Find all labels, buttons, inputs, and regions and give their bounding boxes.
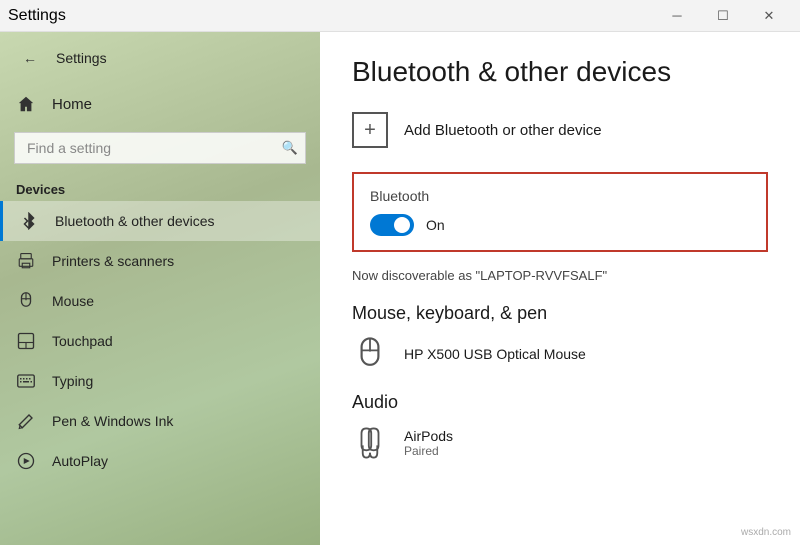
titlebar-title: Settings bbox=[8, 7, 66, 25]
add-device-button[interactable]: + bbox=[352, 112, 388, 148]
bluetooth-toggle[interactable] bbox=[370, 214, 414, 236]
home-icon bbox=[16, 94, 36, 114]
bluetooth-section-label: Bluetooth bbox=[370, 188, 750, 204]
mouse-section-title: Mouse, keyboard, & pen bbox=[352, 303, 768, 324]
page-title: Bluetooth & other devices bbox=[352, 56, 768, 88]
sidebar-app-title: Settings bbox=[56, 50, 107, 66]
mouse-device-name: HP X500 USB Optical Mouse bbox=[404, 346, 586, 362]
sidebar-autoplay-label: AutoPlay bbox=[52, 453, 108, 469]
airpods-icon bbox=[352, 425, 388, 461]
mouse-device-row: HP X500 USB Optical Mouse bbox=[352, 336, 768, 372]
discoverable-text: Now discoverable as "LAPTOP-RVVFSALF" bbox=[352, 268, 768, 283]
audio-device-row: AirPods Paired bbox=[352, 425, 768, 461]
add-device-row[interactable]: + Add Bluetooth or other device bbox=[352, 112, 768, 148]
watermark: wsxdn.com bbox=[738, 526, 794, 539]
autoplay-icon bbox=[16, 451, 36, 471]
sidebar-item-pen[interactable]: Pen & Windows Ink bbox=[0, 401, 320, 441]
sidebar-item-printers[interactable]: Printers & scanners bbox=[0, 241, 320, 281]
bluetooth-section-box: Bluetooth On bbox=[352, 172, 768, 252]
sidebar-item-mouse[interactable]: Mouse bbox=[0, 281, 320, 321]
sidebar-bluetooth-label: Bluetooth & other devices bbox=[55, 213, 215, 229]
bluetooth-icon bbox=[19, 211, 39, 231]
touchpad-icon bbox=[16, 331, 36, 351]
titlebar: Settings ─ ☐ ✕ bbox=[0, 0, 800, 32]
sidebar-item-bluetooth[interactable]: Bluetooth & other devices bbox=[0, 201, 320, 241]
close-button[interactable]: ✕ bbox=[746, 0, 792, 32]
home-label: Home bbox=[52, 96, 92, 113]
typing-icon bbox=[16, 371, 36, 391]
pen-icon bbox=[16, 411, 36, 431]
search-box: 🔍 bbox=[14, 132, 306, 164]
sidebar: ← Settings Home 🔍 Devices bbox=[0, 32, 320, 545]
minimize-button[interactable]: ─ bbox=[654, 0, 700, 32]
back-button[interactable]: ← bbox=[16, 44, 44, 72]
airpods-status: Paired bbox=[404, 444, 453, 458]
printer-icon bbox=[16, 251, 36, 271]
sidebar-pen-label: Pen & Windows Ink bbox=[52, 413, 173, 429]
search-input[interactable] bbox=[14, 132, 306, 164]
sidebar-item-autoplay[interactable]: AutoPlay bbox=[0, 441, 320, 481]
sidebar-section-heading: Devices bbox=[0, 172, 320, 201]
titlebar-controls: ─ ☐ ✕ bbox=[654, 0, 792, 32]
search-icon[interactable]: 🔍 bbox=[282, 140, 298, 156]
mouse-device-icon bbox=[352, 336, 388, 372]
airpods-info: AirPods Paired bbox=[404, 428, 453, 458]
toggle-thumb bbox=[394, 217, 410, 233]
titlebar-left: Settings bbox=[8, 7, 66, 25]
mouse-icon bbox=[16, 291, 36, 311]
toggle-label: On bbox=[426, 217, 445, 233]
sidebar-nav-top: ← Settings bbox=[0, 32, 320, 84]
airpods-name: AirPods bbox=[404, 428, 453, 444]
sidebar-typing-label: Typing bbox=[52, 373, 93, 389]
sidebar-mouse-label: Mouse bbox=[52, 293, 94, 309]
add-device-label: Add Bluetooth or other device bbox=[404, 122, 602, 139]
maximize-button[interactable]: ☐ bbox=[700, 0, 746, 32]
main-content: Bluetooth & other devices + Add Bluetoot… bbox=[320, 32, 800, 545]
plus-icon: + bbox=[364, 119, 376, 142]
sidebar-printers-label: Printers & scanners bbox=[52, 253, 174, 269]
audio-section-title: Audio bbox=[352, 392, 768, 413]
sidebar-item-touchpad[interactable]: Touchpad bbox=[0, 321, 320, 361]
sidebar-touchpad-label: Touchpad bbox=[52, 333, 113, 349]
toggle-row: On bbox=[370, 214, 750, 236]
sidebar-item-home[interactable]: Home bbox=[0, 84, 320, 124]
app-container: ← Settings Home 🔍 Devices bbox=[0, 32, 800, 545]
sidebar-item-typing[interactable]: Typing bbox=[0, 361, 320, 401]
